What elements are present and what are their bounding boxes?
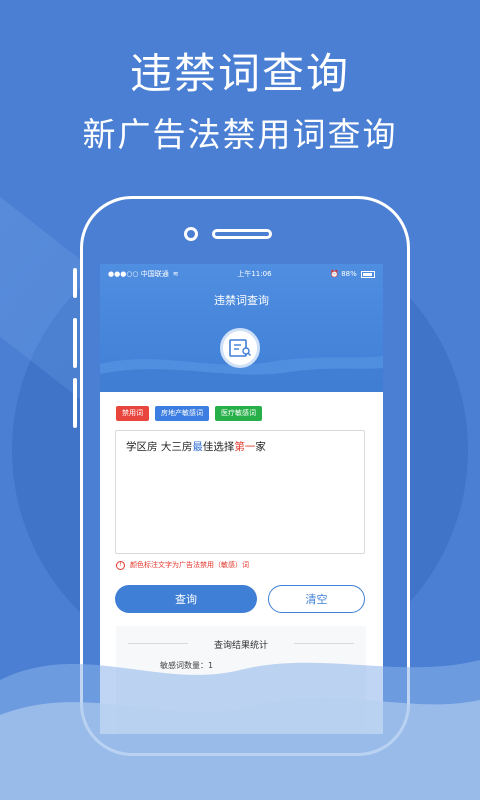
app-title: 违禁词查询 xyxy=(214,294,269,307)
tag-medical: 医疗敏感词 xyxy=(215,406,262,421)
warning-icon: ! xyxy=(116,560,125,570)
legend-tags: 禁用词 房地产敏感词 医疗敏感词 xyxy=(116,406,262,421)
phone-volume-down xyxy=(73,378,77,428)
battery-icon xyxy=(360,270,375,278)
tag-forbidden: 禁用词 xyxy=(116,406,149,421)
app-header: ●●●○○ 中国联通 ≋ 上午11:06 ⏰ 88% 违禁词查询 xyxy=(100,264,383,392)
subheadline: 新广告法禁用词查询 xyxy=(82,115,398,154)
speaker-grill xyxy=(212,229,272,239)
carrier-label: ●●●○○ 中国联通 xyxy=(108,270,169,278)
clear-button[interactable]: 清空 xyxy=(268,585,365,613)
battery-percent: 88% xyxy=(341,270,357,278)
input-text-segment: 学区房 大三房 xyxy=(126,441,193,453)
highlight-forbidden-word: 第一 xyxy=(234,441,256,453)
phone-mute-switch xyxy=(73,268,77,298)
tag-real-estate: 房地产敏感词 xyxy=(155,406,209,421)
input-text-segment: 家 xyxy=(255,441,266,453)
headline: 违禁词查询 xyxy=(129,49,350,98)
phone-volume-up xyxy=(73,318,77,368)
status-bar: ●●●○○ 中国联通 ≋ 上午11:06 ⏰ 88% xyxy=(108,267,375,281)
wifi-icon: ≋ xyxy=(172,270,179,278)
battery-indicator: ⏰ 88% xyxy=(330,270,375,278)
query-button[interactable]: 查询 xyxy=(115,585,257,613)
notice-text: 颜色标注文字为广告法禁用（敏感）词 xyxy=(130,561,249,569)
input-text-segment: 佳选择 xyxy=(202,441,235,453)
bottom-wave xyxy=(0,660,480,800)
status-time: 上午11:06 xyxy=(237,270,272,278)
query-textarea[interactable]: 学区房 大三房最佳选择第一家 xyxy=(115,430,365,554)
highlight-real-estate-word: 最 xyxy=(192,441,203,453)
camera-icon xyxy=(184,227,198,241)
document-search-icon xyxy=(220,328,260,368)
color-notice: ! 颜色标注文字为广告法禁用（敏感）词 xyxy=(116,560,249,570)
alarm-icon: ⏰ xyxy=(330,270,339,278)
